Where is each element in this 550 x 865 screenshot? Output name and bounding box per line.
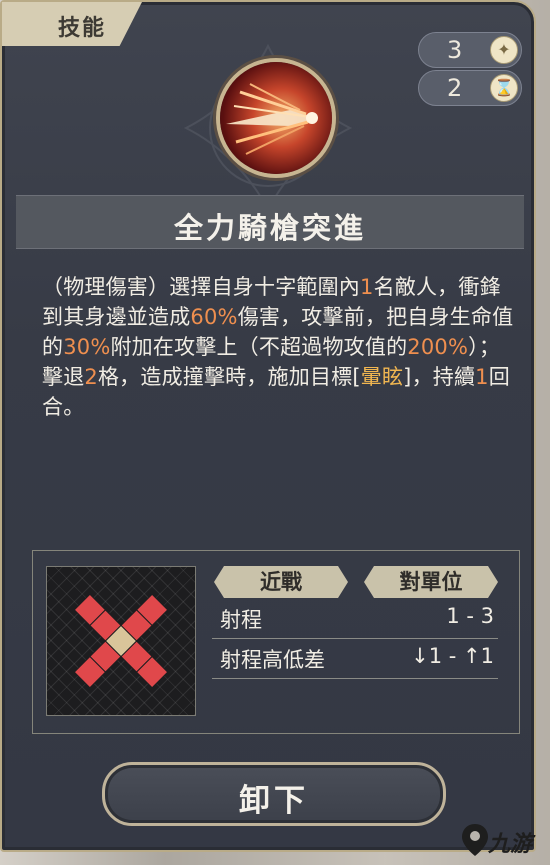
star-icon: ✦: [490, 36, 518, 64]
range-grid: [46, 566, 196, 716]
tag-melee: 近戰: [214, 566, 348, 598]
site-watermark: 九游: [460, 820, 544, 860]
skill-cost-pill: 3 ✦: [418, 32, 522, 68]
skill-title-band: 全力騎槍突進: [16, 195, 524, 249]
height-diff-row: 射程高低差 ↓1 - ↑1: [212, 642, 498, 679]
tab-label: 技能: [58, 16, 107, 41]
lance-charge-icon: [226, 83, 318, 155]
tag-target-unit: 對單位: [364, 566, 498, 598]
range-label: 射程: [220, 608, 262, 632]
range-value: 1 - 3: [446, 604, 494, 628]
highlight-value: 1: [475, 365, 489, 389]
height-diff-label: 射程高低差: [220, 648, 325, 672]
height-diff-value: ↓1 - ↑1: [411, 644, 494, 668]
highlight-value: 200%: [407, 335, 469, 359]
cooldown-pill: 2 ⌛: [418, 70, 522, 106]
range-row: 射程 1 - 3: [212, 602, 498, 639]
unequip-button[interactable]: 卸下: [102, 762, 446, 826]
highlight-value: 30%: [63, 335, 111, 359]
highlight-value: 60%: [190, 305, 238, 329]
desc-text: 格，造成撞擊時，施加目標[: [97, 365, 361, 389]
watermark-text: 九游: [488, 832, 533, 857]
skill-detail-panel: 技能 3 ✦ 2 ⌛ 全力騎槍突進 （物理傷害）選擇自身十字範圍內1名敵人，衝鋒…: [0, 0, 536, 852]
cooldown-value: 2: [447, 74, 463, 102]
skill-icon: [220, 62, 332, 174]
skill-description: （物理傷害）選擇自身十字範圍內1名敵人，衝鋒到其身邊並造成60%傷害，攻擊前，把…: [42, 272, 514, 422]
hourglass-icon: ⌛: [490, 74, 518, 102]
unequip-button-label: 卸下: [239, 783, 309, 819]
skill-cost-value: 3: [447, 36, 463, 64]
skill-name: 全力騎槍突進: [173, 211, 366, 245]
desc-text: （物理傷害）選擇自身十字範圍內: [42, 275, 360, 299]
watermark-logo-icon: [462, 824, 488, 856]
status-effect: 暈眩: [360, 365, 404, 389]
desc-text: 附加在攻擊上（不超過物攻值的: [110, 335, 408, 359]
desc-text: ]，持續: [403, 365, 476, 389]
highlight-value: 1: [360, 275, 374, 299]
highlight-value: 2: [84, 365, 98, 389]
